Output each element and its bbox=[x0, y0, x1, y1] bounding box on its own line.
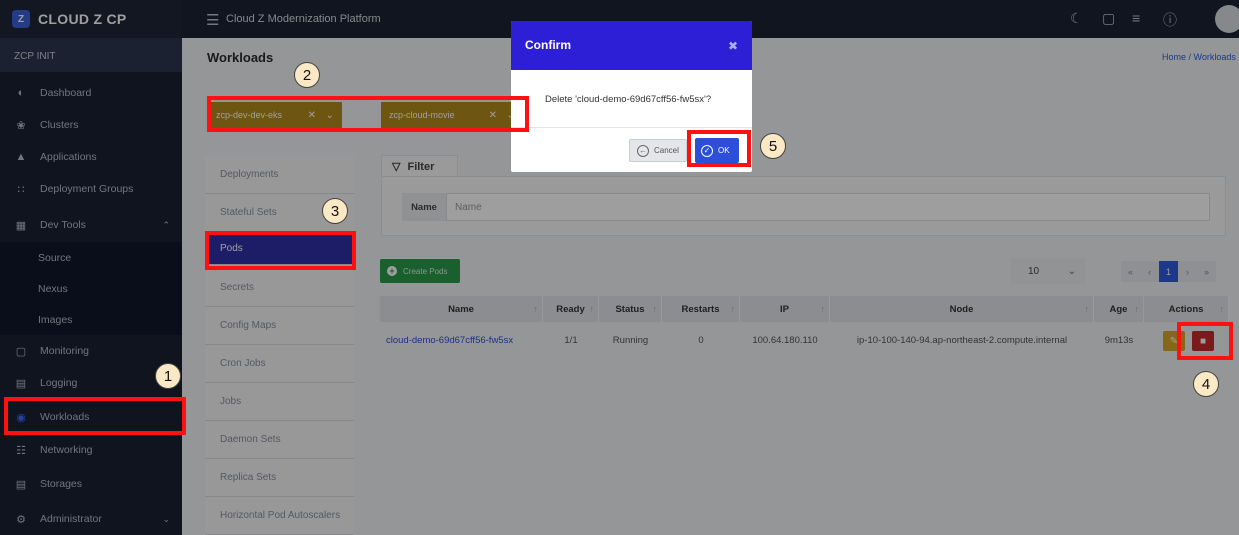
cancel-button[interactable]: ← Cancel bbox=[629, 139, 687, 162]
highlight-ok bbox=[687, 130, 751, 167]
dialog-header: Confirm bbox=[511, 21, 752, 70]
step-badge: 1 bbox=[155, 363, 181, 389]
dialog-divider bbox=[511, 127, 752, 128]
highlight-pods bbox=[205, 231, 356, 270]
close-icon[interactable]: ✖ bbox=[728, 39, 738, 53]
highlight-selectors bbox=[207, 96, 529, 132]
step-badge: 3 bbox=[322, 198, 348, 224]
cancel-label: Cancel bbox=[654, 146, 679, 155]
step-badge: 5 bbox=[760, 133, 786, 159]
dialog-title: Confirm bbox=[525, 38, 571, 52]
highlight-delete bbox=[1177, 322, 1233, 360]
dialog-message: Delete 'cloud-demo-69d67cff56-fw5sx'? bbox=[545, 94, 712, 105]
highlight-workloads bbox=[4, 397, 186, 435]
back-arrow-icon: ← bbox=[637, 144, 649, 157]
step-badge: 2 bbox=[294, 62, 320, 88]
step-badge: 4 bbox=[1193, 371, 1219, 397]
